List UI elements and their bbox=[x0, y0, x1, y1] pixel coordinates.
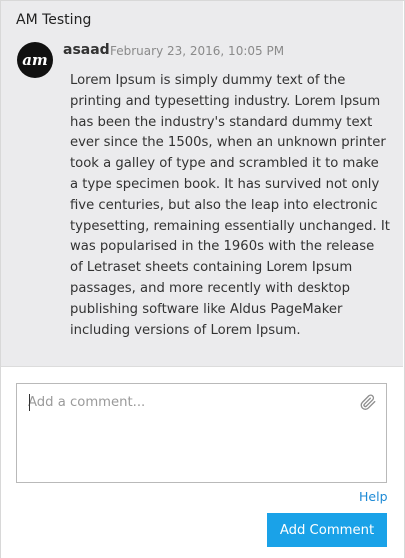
thread-title: AM Testing bbox=[16, 12, 92, 28]
paperclip-icon[interactable] bbox=[359, 393, 377, 411]
avatar: am bbox=[17, 42, 53, 78]
comment-thread: AM Testing am asaad February 23, 2016, 1… bbox=[1, 1, 403, 366]
comment-author[interactable]: asaad bbox=[63, 42, 110, 58]
help-link[interactable]: Help bbox=[359, 489, 388, 504]
am-logo-icon: am bbox=[22, 51, 48, 69]
divider bbox=[1, 366, 403, 367]
svg-text:am: am bbox=[22, 51, 48, 69]
comment-input[interactable] bbox=[17, 384, 386, 482]
comment-timestamp: February 23, 2016, 10:05 PM bbox=[110, 44, 285, 58]
comment-composer[interactable] bbox=[16, 383, 387, 483]
text-caret bbox=[29, 394, 30, 411]
comment-body: Lorem Ipsum is simply dummy text of the … bbox=[70, 73, 390, 338]
add-comment-button[interactable]: Add Comment bbox=[267, 513, 387, 547]
